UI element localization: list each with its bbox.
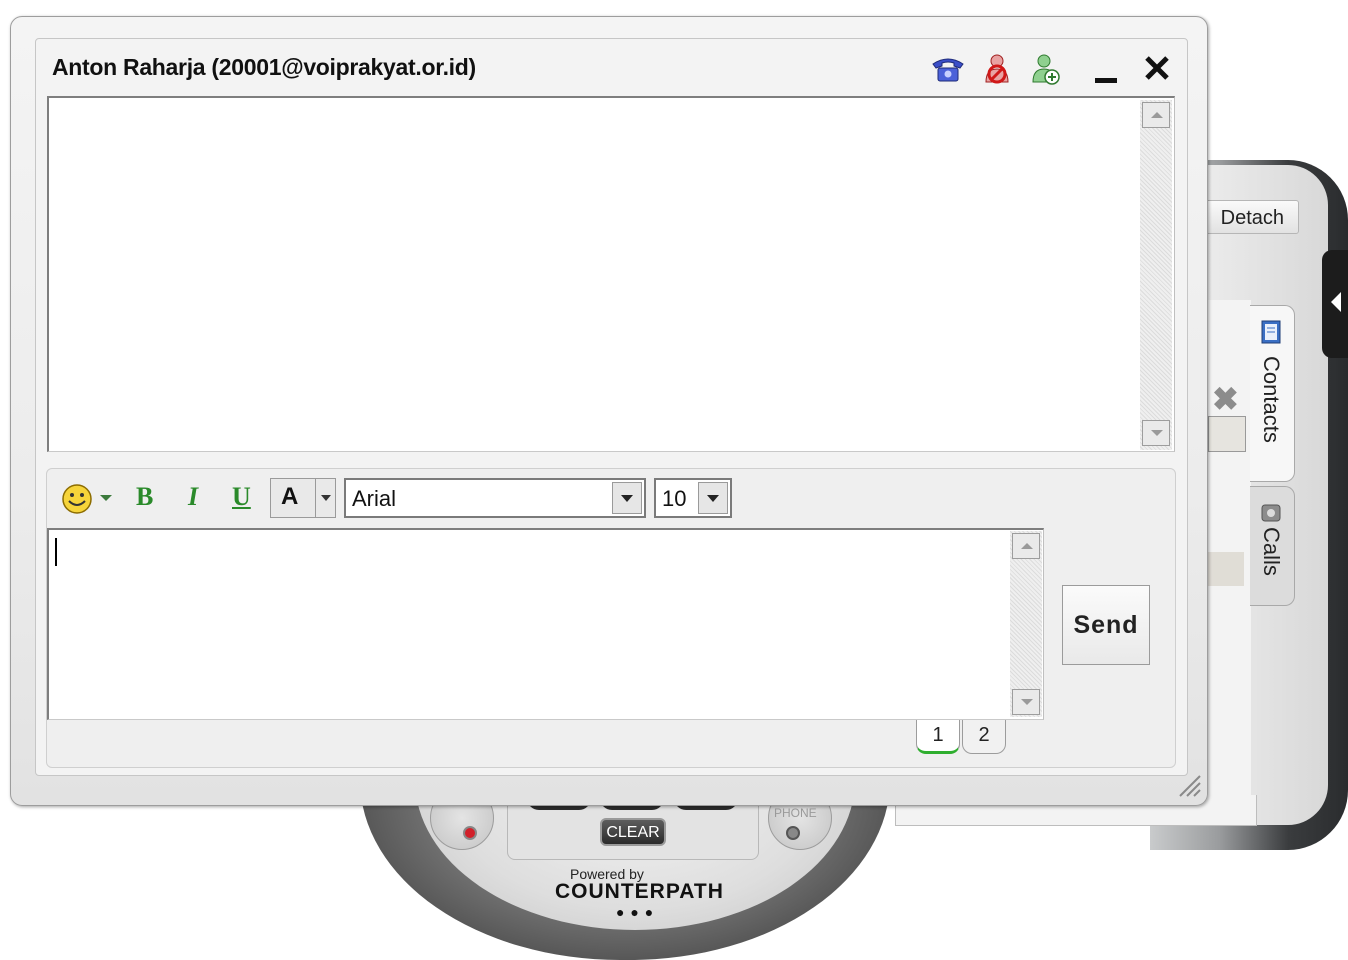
clear-button[interactable]: CLEAR [600,818,666,846]
message-input[interactable] [47,528,1044,720]
text-color-label: A [281,483,299,510]
font-select-value: Arial [352,486,397,511]
send-button[interactable]: Send [1062,585,1150,665]
italic-button[interactable]: I [188,482,198,512]
divider [315,479,316,517]
logo-dots-icon: ● ● ● [616,904,655,920]
counterpath-logo: COUNTERPATH [555,880,724,903]
text-cursor [55,538,57,566]
phone-label: PHONE [774,806,817,820]
font-select[interactable]: Arial [344,478,646,518]
tab-page-2[interactable]: 2 [962,720,1006,754]
underline-button[interactable]: U [232,482,251,512]
font-size-value: 10 [662,486,687,511]
tab-calls[interactable]: Calls [1250,486,1295,606]
add-contact-icon[interactable] [1031,52,1061,86]
bold-button[interactable]: B [136,482,153,512]
history-scrollbar[interactable] [1140,100,1172,450]
block-contact-icon[interactable] [983,52,1011,86]
tab-calls-label: Calls [1259,527,1284,576]
tab-page-1[interactable]: 1 [916,720,960,754]
contacts-book-icon [1261,320,1281,344]
chevron-left-icon [1331,292,1341,312]
scroll-up-button[interactable] [1142,102,1170,128]
close-icon[interactable] [1143,54,1173,84]
panel-field [1208,416,1246,452]
emoticon-icon[interactable] [60,482,96,516]
mute-led-icon [463,826,477,840]
chevron-down-icon[interactable] [612,482,642,514]
emoticon-dropdown-icon[interactable] [100,495,112,501]
panel-field [1208,552,1244,586]
text-color-button[interactable]: A [270,478,336,518]
scroll-up-button[interactable] [1012,533,1040,559]
chevron-down-icon[interactable] [321,495,331,501]
phone-icon[interactable] [930,54,966,84]
minimize-icon[interactable] [1092,58,1122,88]
font-size-select[interactable]: 10 [654,478,732,518]
scroll-down-button[interactable] [1142,420,1170,446]
calls-icon [1261,504,1281,522]
tab-contacts[interactable]: Contacts [1250,305,1295,482]
chevron-down-icon[interactable] [698,482,728,514]
message-history[interactable] [47,96,1175,452]
resize-grip-icon[interactable] [1172,768,1202,798]
window-title: Anton Raharja (20001@voiprakyat.or.id) [52,54,476,80]
remove-icon[interactable]: ✖ [1212,380,1239,418]
tab-contacts-label: Contacts [1259,356,1284,443]
scroll-down-button[interactable] [1012,689,1040,715]
speaker-led-icon [786,826,800,840]
detach-button[interactable]: Detach [1203,200,1299,234]
